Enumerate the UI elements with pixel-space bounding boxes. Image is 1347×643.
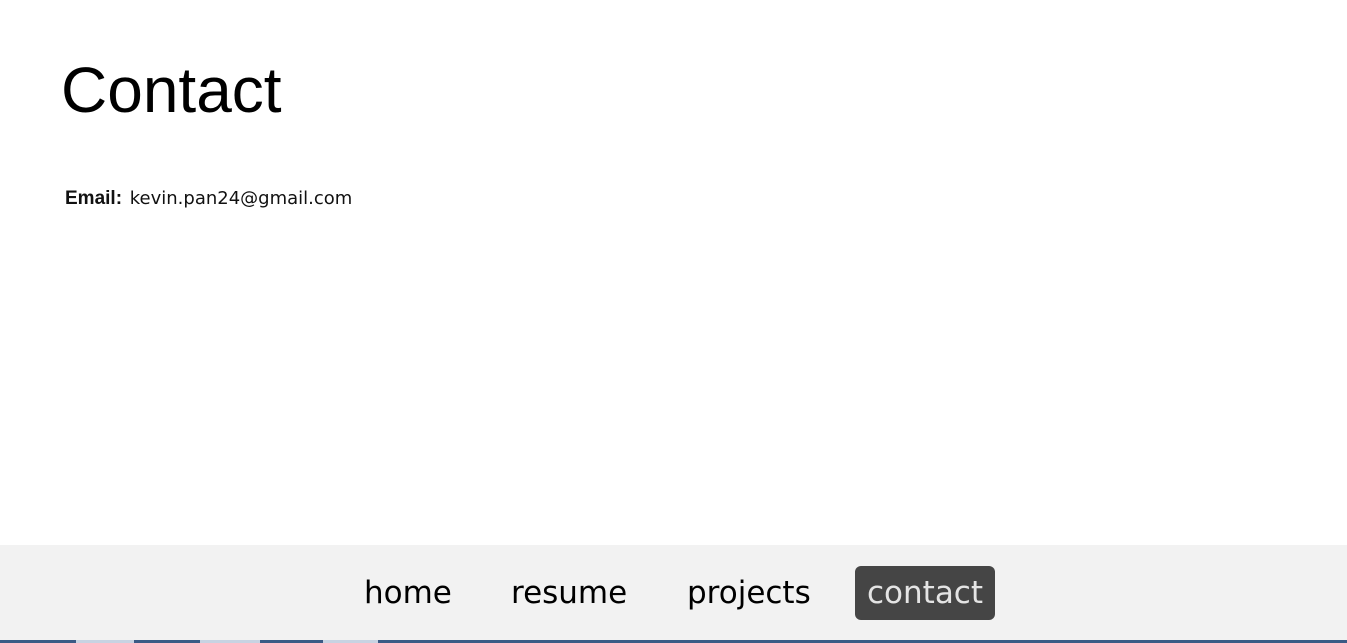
page-title: Contact — [61, 54, 282, 126]
bottom-nav: home resume projects contact — [0, 545, 1347, 640]
contact-info: Email: kevin.pan24@gmail.com — [65, 187, 352, 211]
nav-item-projects[interactable]: projects — [675, 566, 823, 620]
email-label: Email: — [65, 188, 123, 209]
nav-item-home[interactable]: home — [352, 566, 464, 620]
nav-item-contact[interactable]: contact — [855, 566, 996, 620]
email-value: kevin.pan24@gmail.com — [129, 188, 353, 209]
nav-item-resume[interactable]: resume — [499, 566, 639, 620]
